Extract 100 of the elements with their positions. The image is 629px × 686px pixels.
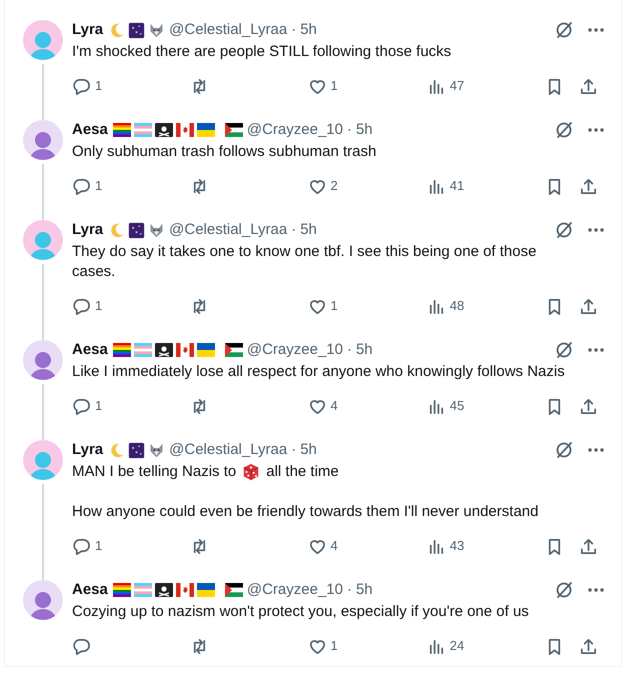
separator-dot: · [291, 20, 296, 40]
post-time[interactable]: 5h [356, 338, 373, 362]
views-button[interactable]: 47 [426, 76, 545, 96]
more-icon [588, 228, 604, 232]
skull-flag-icon [154, 583, 173, 597]
triangle-flag-icon [224, 343, 243, 357]
like-button[interactable]: 4 [308, 396, 427, 416]
author-handle[interactable]: @Celestial_Lyraa [169, 218, 288, 242]
more-button[interactable] [588, 228, 604, 232]
reply-button[interactable]: 1 [72, 536, 190, 556]
post-text: How anyone could even be friendly towards them I'll never understand [72, 502, 538, 522]
reply-icon [72, 76, 91, 96]
share-button[interactable] [579, 536, 598, 556]
like-button[interactable]: 4 [308, 536, 427, 556]
skull-flag-icon [154, 123, 173, 137]
more-icon [588, 448, 604, 452]
more-button[interactable] [588, 348, 604, 352]
more-icon [588, 128, 604, 132]
galaxy-icon [128, 442, 146, 458]
triangle-flag-icon [224, 123, 243, 137]
more-button[interactable] [588, 588, 604, 592]
reply-icon [72, 636, 91, 656]
views-button[interactable]: 48 [426, 296, 545, 316]
rainbow-flag-icon [112, 123, 131, 137]
separator-dot: · [291, 440, 296, 460]
bicolor-flag-icon [196, 123, 215, 137]
post-text: I'm shocked there are people STILL following those fucks [72, 42, 452, 62]
reply-button[interactable]: 1 [72, 396, 190, 416]
post-time[interactable]: 5h [300, 218, 317, 242]
moon-icon [108, 442, 126, 458]
more-icon [588, 28, 604, 32]
author-handle[interactable]: @Crayzee_10 [246, 338, 343, 362]
share-button[interactable] [579, 636, 598, 656]
more-button[interactable] [588, 448, 604, 452]
separator-dot: · [291, 220, 296, 240]
post-time[interactable]: 5h [356, 578, 373, 602]
share-icon [579, 396, 598, 416]
like-button[interactable]: 2 [308, 176, 427, 196]
author-handle[interactable]: @Crayzee_10 [246, 118, 343, 142]
avatar [23, 580, 63, 620]
views-button[interactable]: 41 [426, 176, 545, 196]
share-button[interactable] [579, 296, 598, 316]
striped-flag-icon [134, 123, 152, 137]
like-button[interactable]: 1 [308, 296, 427, 316]
more-button[interactable] [588, 128, 604, 132]
striped-flag-icon [134, 583, 152, 597]
more-icon [588, 348, 604, 352]
share-icon [579, 176, 598, 196]
avatar [23, 220, 63, 260]
post-time[interactable]: 5h [300, 18, 317, 42]
galaxy-icon [128, 222, 146, 238]
author-handle[interactable]: @Crayzee_10 [246, 578, 343, 602]
author-name[interactable]: Aesa [72, 338, 108, 362]
post-text: all the time [266, 462, 339, 482]
share-button[interactable] [579, 396, 598, 416]
author-name[interactable]: Lyra [72, 438, 104, 462]
moon-icon [108, 22, 126, 38]
reply-button[interactable]: 1 [72, 76, 190, 96]
views-button[interactable]: 24 [426, 636, 545, 656]
post-text: They do say it takes one to know one tbf. I see this being one of those cases. [72, 242, 538, 282]
views-button[interactable]: 45 [426, 396, 545, 416]
moon-icon [108, 222, 126, 238]
share-icon [579, 636, 598, 656]
author-name[interactable]: Aesa [72, 578, 108, 602]
post-text: Like I immediately lose all respect for anyone who knowingly follows Nazis [72, 362, 565, 382]
bicolor-flag-icon [196, 583, 215, 597]
share-icon [579, 296, 598, 316]
author-name[interactable]: Lyra [72, 18, 104, 42]
share-button[interactable] [579, 176, 598, 196]
avatar [23, 20, 63, 60]
post-time[interactable]: 5h [356, 118, 373, 142]
galaxy-icon [128, 22, 146, 38]
die-icon [242, 463, 260, 481]
share-button[interactable] [579, 76, 598, 96]
more-icon [588, 588, 604, 592]
maple-leaf-flag-icon [176, 343, 194, 357]
author-name[interactable]: Lyra [72, 218, 104, 242]
post-text: Only subhuman trash follows subhuman trash [72, 142, 376, 162]
reply-icon [72, 536, 91, 556]
post-text: MAN I be telling Nazis to [72, 462, 236, 482]
reply-button[interactable]: 1 [72, 176, 190, 196]
post-time[interactable]: 5h [300, 438, 317, 462]
wolf-icon [148, 442, 166, 458]
more-button[interactable] [588, 28, 604, 32]
author-handle[interactable]: @Celestial_Lyraa [169, 438, 288, 462]
wolf-icon [148, 22, 166, 38]
author-handle[interactable]: @Celestial_Lyraa [169, 18, 288, 42]
like-button[interactable]: 1 [308, 636, 427, 656]
avatar [23, 340, 63, 380]
rainbow-flag-icon [112, 583, 131, 597]
striped-flag-icon [134, 343, 152, 357]
avatar [23, 120, 63, 160]
like-button[interactable]: 1 [308, 76, 427, 96]
separator-dot: · [346, 580, 352, 600]
author-name[interactable]: Aesa [72, 118, 108, 142]
share-icon [579, 536, 598, 556]
views-button[interactable]: 43 [426, 536, 545, 556]
skull-flag-icon [154, 343, 173, 357]
separator-dot: · [346, 340, 352, 360]
reply-button[interactable]: 1 [72, 296, 190, 316]
